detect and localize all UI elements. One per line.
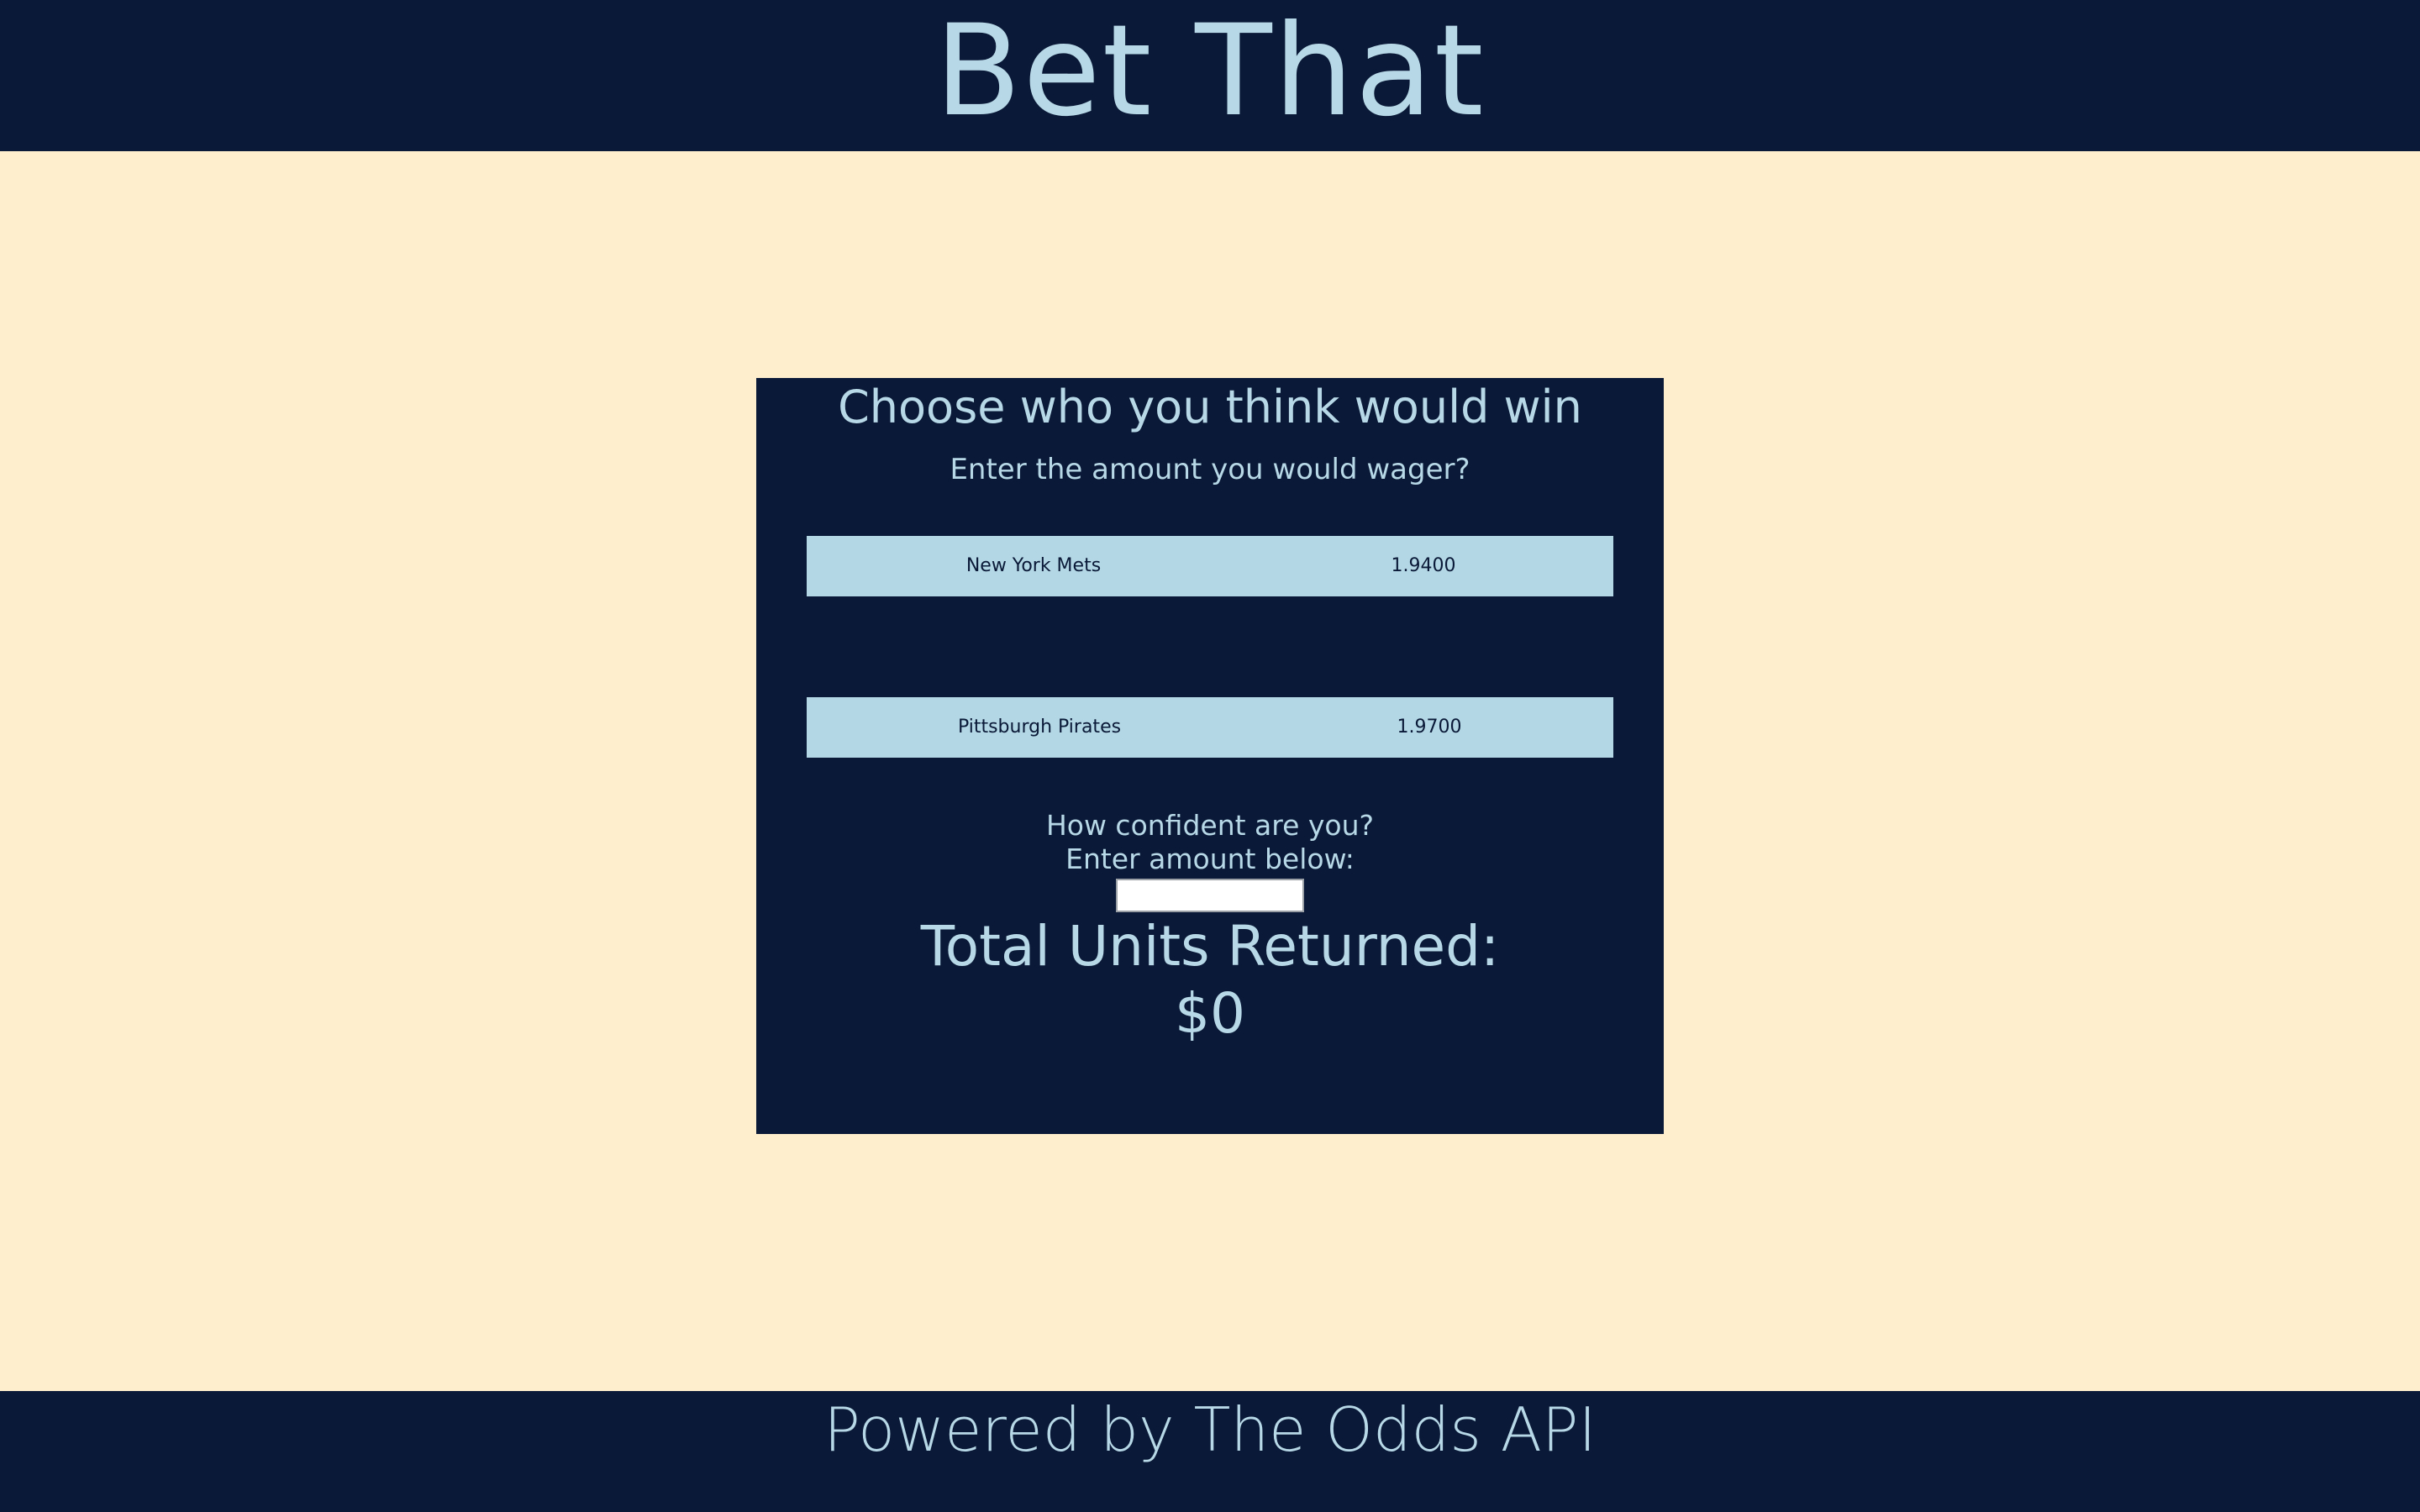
footer-credit: Powered by The Odds API — [823, 1394, 1597, 1465]
team-option-new-york-mets[interactable]: New York Mets 1.9400 — [807, 536, 1613, 596]
team-name: New York Mets — [965, 555, 1102, 576]
total-units-value: $0 — [1175, 981, 1245, 1046]
team-name: Pittsburgh Pirates — [957, 717, 1122, 738]
amount-prompt: Enter amount below: — [1065, 843, 1355, 875]
team-option-pittsburgh-pirates[interactable]: Pittsburgh Pirates 1.9700 — [807, 697, 1613, 758]
team-odds: 1.9400 — [1391, 555, 1456, 576]
team-odds: 1.9700 — [1397, 717, 1462, 738]
site-header: Bet That — [0, 0, 2420, 151]
confidence-prompt: How confident are you? — [1045, 809, 1375, 842]
wager-subtitle: Enter the amount you would wager? — [950, 453, 1470, 486]
site-title: Bet That — [934, 0, 1486, 144]
card-title: Choose who you think would win — [838, 381, 1582, 433]
site-footer: Powered by The Odds API — [0, 1391, 2420, 1512]
amount-input[interactable] — [1116, 879, 1304, 912]
total-units-label: Total Units Returned: — [920, 914, 1500, 979]
